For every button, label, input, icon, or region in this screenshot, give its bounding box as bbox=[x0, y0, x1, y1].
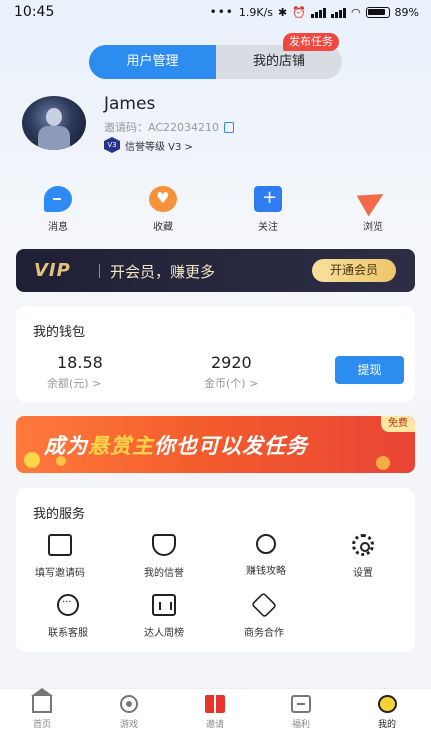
vip-logo: VIP bbox=[34, 260, 71, 281]
coin-decoration bbox=[376, 456, 390, 470]
promo-banner[interactable]: 成为悬赏主你也可以发任务 免费 bbox=[16, 416, 415, 473]
alarm-icon: ⏰ bbox=[292, 5, 306, 19]
nav-label: 我的 bbox=[377, 720, 396, 730]
nav-label: 邀请 bbox=[205, 720, 224, 730]
wallet-title: 我的钱包 bbox=[33, 325, 86, 340]
vip-slogan: 开会员，赚更多 bbox=[110, 263, 216, 281]
settings-icon bbox=[352, 534, 374, 556]
gift-icon bbox=[205, 695, 225, 713]
coin-decoration bbox=[24, 452, 40, 468]
service-label: 商务合作 bbox=[244, 628, 284, 639]
bluetooth-icon: ✱ bbox=[278, 5, 288, 19]
quick-item-label: 收藏 bbox=[153, 222, 173, 233]
nav-label: 首页 bbox=[32, 720, 51, 730]
free-badge: 免费 bbox=[381, 416, 415, 432]
service-customer-service[interactable]: 联系客服 bbox=[28, 594, 108, 639]
copy-icon[interactable] bbox=[224, 121, 235, 133]
invite-code-icon bbox=[48, 534, 72, 556]
publish-task-badge[interactable]: 发布任务 bbox=[283, 33, 339, 51]
status-icons: ••• 1.9K/s ✱ ⏰ ◠ 89% bbox=[210, 5, 419, 19]
divider bbox=[99, 264, 100, 278]
ranking-icon bbox=[152, 594, 176, 616]
nav-welfare[interactable]: 福利 bbox=[271, 695, 331, 730]
game-icon bbox=[120, 695, 138, 713]
service-invite-code[interactable]: 填写邀请码 bbox=[20, 534, 100, 579]
reputation-level[interactable]: V3 信誉等级 V3 > bbox=[104, 137, 201, 153]
net-speed: 1.9K/s bbox=[238, 5, 274, 19]
open-vip-button[interactable]: 开通会员 bbox=[312, 259, 396, 282]
nav-invite[interactable]: 邀请 bbox=[185, 695, 245, 730]
nav-game[interactable]: 游戏 bbox=[99, 695, 159, 730]
quick-item-message[interactable]: 消息 bbox=[28, 186, 88, 233]
tips-icon bbox=[256, 534, 276, 554]
service-label: 联系客服 bbox=[48, 628, 88, 639]
balance-link[interactable]: 余额(元) > bbox=[47, 375, 101, 391]
service-label: 我的信誉 bbox=[144, 568, 184, 579]
quick-actions: 消息 收藏 关注 浏览 bbox=[0, 186, 431, 236]
customer-service-icon bbox=[57, 594, 79, 616]
battery-icon bbox=[365, 6, 390, 18]
coins-link[interactable]: 金币(个) > bbox=[204, 375, 258, 391]
service-settings[interactable]: 设置 bbox=[323, 534, 403, 579]
nav-home[interactable]: 首页 bbox=[12, 688, 72, 730]
vip-banner[interactable]: VIP 开会员，赚更多 开通会员 bbox=[16, 249, 415, 292]
balance-value: 18.58 bbox=[57, 353, 103, 372]
services-card: 我的服务 填写邀请码 我的信誉 赚钱攻略 设置 联系客服 达人周榜 商务合作 bbox=[16, 488, 415, 652]
promo-text: 成为悬赏主你也可以发任务 bbox=[44, 430, 308, 460]
service-label: 填写邀请码 bbox=[35, 568, 85, 579]
level-badge-icon: V3 bbox=[104, 137, 120, 153]
level-text: 信誉等级 V3 > bbox=[125, 141, 193, 153]
quick-item-follow[interactable]: 关注 bbox=[238, 186, 298, 233]
welfare-icon bbox=[291, 695, 311, 713]
promo-text-highlight: 悬赏主 bbox=[88, 434, 154, 458]
browse-icon bbox=[359, 186, 387, 212]
wallet-card: 我的钱包 18.58 余额(元) > 2920 金币(个) > 提现 bbox=[16, 306, 415, 402]
wifi-icon: ◠ bbox=[350, 5, 361, 19]
nav-label: 游戏 bbox=[119, 720, 138, 730]
reputation-icon bbox=[152, 534, 176, 556]
service-label: 达人周榜 bbox=[144, 628, 184, 639]
nav-mine[interactable]: 我的 bbox=[357, 695, 417, 730]
services-title: 我的服务 bbox=[33, 507, 86, 522]
signal-icon bbox=[310, 7, 326, 18]
bottom-nav: 首页 游戏 邀请 福利 我的 bbox=[0, 688, 431, 737]
promo-text-prefix: 成为 bbox=[44, 434, 88, 458]
service-tips[interactable]: 赚钱攻略 bbox=[226, 534, 306, 577]
battery-level: 89% bbox=[394, 5, 419, 19]
quick-item-label: 消息 bbox=[48, 222, 68, 233]
tab-user-management[interactable]: 用户管理 bbox=[89, 45, 216, 79]
service-label: 设置 bbox=[353, 568, 373, 579]
follow-icon bbox=[254, 186, 282, 212]
coins-value: 2920 bbox=[211, 353, 252, 372]
signal-hd-icon bbox=[330, 7, 346, 18]
favorite-icon bbox=[149, 186, 177, 212]
mine-icon bbox=[377, 695, 397, 713]
quick-item-browse[interactable]: 浏览 bbox=[343, 186, 403, 233]
status-time: 10:45 bbox=[14, 4, 55, 20]
avatar[interactable] bbox=[22, 96, 86, 150]
quick-item-favorite[interactable]: 收藏 bbox=[133, 186, 193, 233]
home-icon bbox=[31, 688, 53, 713]
invite-code-row: 邀请码：AC22034210 bbox=[104, 119, 235, 135]
message-icon bbox=[44, 186, 72, 212]
user-name: James bbox=[104, 94, 156, 114]
service-reputation[interactable]: 我的信誉 bbox=[124, 534, 204, 579]
quick-item-label: 关注 bbox=[258, 222, 278, 233]
status-bar: 10:45 ••• 1.9K/s ✱ ⏰ ◠ 89% bbox=[0, 0, 431, 26]
service-label: 赚钱攻略 bbox=[246, 566, 286, 577]
more-dots-icon: ••• bbox=[209, 5, 234, 19]
quick-item-label: 浏览 bbox=[363, 222, 383, 233]
promo-text-suffix: 你也可以发任务 bbox=[154, 434, 308, 458]
service-cooperation[interactable]: 商务合作 bbox=[224, 591, 304, 639]
nav-label: 福利 bbox=[291, 720, 310, 730]
invite-code-text: 邀请码：AC22034210 bbox=[104, 121, 220, 134]
cooperation-icon bbox=[250, 591, 278, 619]
withdraw-button[interactable]: 提现 bbox=[335, 356, 404, 384]
service-ranking[interactable]: 达人周榜 bbox=[124, 594, 204, 639]
